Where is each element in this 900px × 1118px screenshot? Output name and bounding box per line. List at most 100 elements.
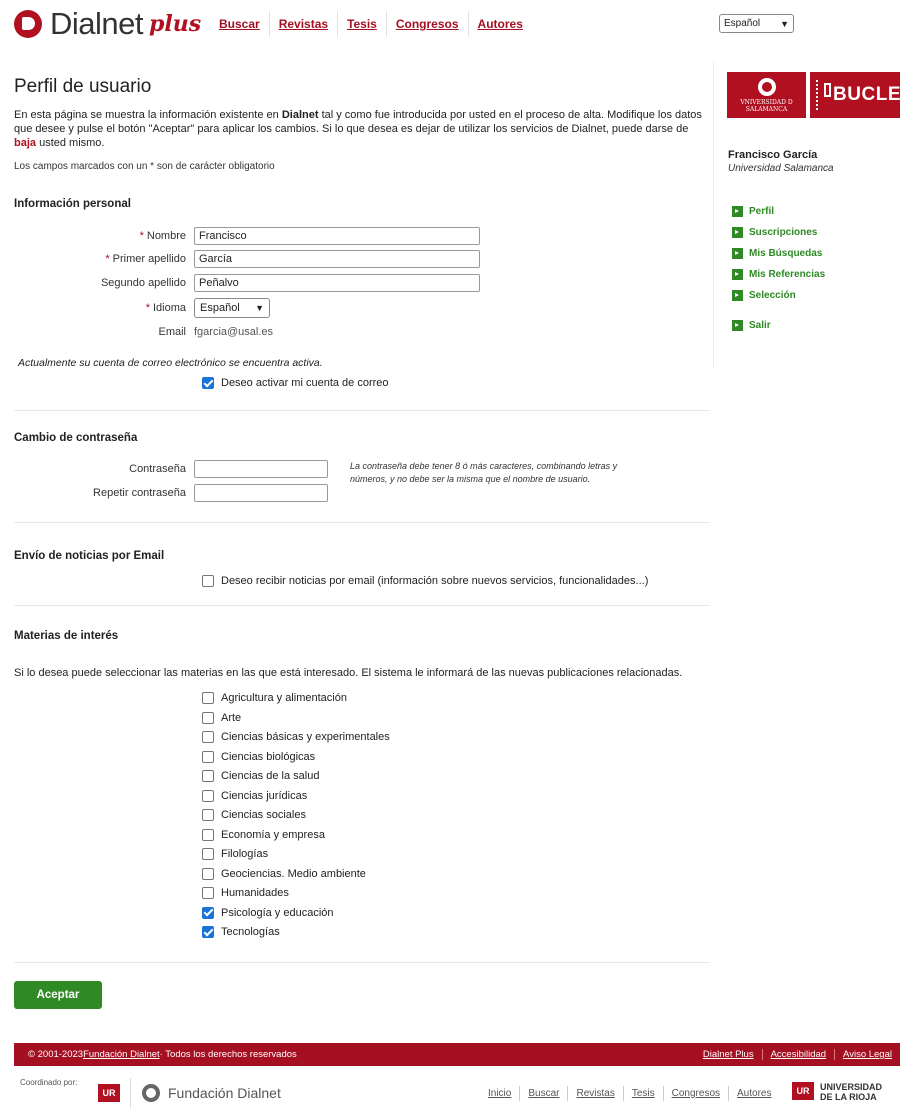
bottom-nav-inicio[interactable]: Inicio [480,1086,519,1101]
bottom-nav: Inicio Buscar Revistas Tesis Congresos A… [480,1086,779,1101]
topic-label: Arte [221,711,242,724]
topic-option[interactable]: Filologías [202,848,268,860]
bottom-nav-revistas[interactable]: Revistas [567,1086,622,1101]
activate-account-option[interactable]: Deseo activar mi cuenta de correo [202,377,389,389]
divider [14,605,710,606]
topic-option[interactable]: Ciencias básicas y experimentales [202,731,390,743]
topic-option[interactable]: Tecnologías [202,926,280,938]
nombre-field[interactable]: Francisco [194,227,480,245]
segundo-apellido-field[interactable]: Peñalvo [194,274,480,292]
footer-link-accesibilidad[interactable]: Accesibilidad [761,1049,834,1060]
fundacion-dialnet-logo[interactable]: Fundación Dialnet [142,1084,281,1102]
dialnet-logo[interactable]: Dialnet plus [14,8,201,39]
accept-button[interactable]: Aceptar [14,981,102,1009]
divider [816,80,818,110]
topic-label: Agricultura y alimentación [221,692,347,704]
sidebar-item-label: Selección [749,290,796,301]
usal-logo[interactable]: VNIVERSIDAD D SALAMANCA [727,72,806,118]
top-nav: Buscar Revistas Tesis Congresos Autores [210,11,532,37]
topic-label: Ciencias jurídicas [221,789,308,802]
topic-checkbox[interactable] [202,789,214,802]
sidebar-item-salir[interactable]: Salir [732,320,771,331]
row-repeat-password: Repetir contraseña [14,484,328,502]
nav-buscar[interactable]: Buscar [210,11,270,37]
topic-option[interactable]: Arte [202,711,242,724]
foundation-link[interactable]: Fundación Dialnet [83,1049,160,1060]
bottom-nav-congresos[interactable]: Congresos [662,1086,728,1101]
topics-intro: Si lo desea puede seleccionar las materi… [14,667,683,679]
news-option[interactable]: Deseo recibir noticias por email (inform… [202,575,648,587]
bucle-logo[interactable]: BUCLE [810,72,900,118]
topic-checkbox[interactable] [202,848,214,860]
activate-account-checkbox[interactable] [202,377,214,389]
language-select[interactable]: Español ▼ [719,14,794,33]
topic-option[interactable]: Agricultura y alimentación [202,692,347,704]
topic-label: Economía y empresa [221,828,325,841]
topic-checkbox[interactable] [202,770,214,782]
topic-checkbox[interactable] [202,828,214,841]
topic-label: Ciencias básicas y experimentales [221,731,390,743]
arrow-right-icon [732,290,743,301]
primer-apellido-field[interactable]: García [194,250,480,268]
news-checkbox[interactable] [202,575,214,587]
sidebar-item-label: Salir [749,320,771,331]
topic-option[interactable]: Economía y empresa [202,828,325,841]
unsubscribe-link[interactable]: baja [14,137,36,149]
sidebar-item-perfil[interactable]: Perfil [732,206,774,217]
ur-icon[interactable]: UR [98,1084,120,1102]
intro-bold: Dialnet [281,109,319,121]
topic-checkbox[interactable] [202,731,214,743]
main-content: Perfil de usuario En esta página se mues… [14,76,710,172]
topic-checkbox[interactable] [202,867,214,880]
row-email: Email fgarcia@usal.es [14,326,273,338]
idioma-value: Español [200,302,240,314]
topic-option[interactable]: Ciencias sociales [202,809,306,821]
section-news-title: Envío de noticias por Email [14,550,165,562]
topic-checkbox[interactable] [202,692,214,704]
password-label: Contraseña [129,463,186,475]
bottom-nav-buscar[interactable]: Buscar [519,1086,567,1101]
sidebar-item-suscripciones[interactable]: Suscripciones [732,227,817,238]
arrow-right-icon [732,248,743,259]
idioma-label: * Idioma [145,302,186,314]
topic-checkbox[interactable] [202,711,214,724]
repeat-password-field[interactable] [194,484,328,502]
topic-option[interactable]: Ciencias jurídicas [202,789,308,802]
topic-option[interactable]: Ciencias biológicas [202,750,315,763]
bucle-mark-icon [824,83,832,97]
footer-bar: © 2001-2023 Fundación Dialnet · Todos lo… [14,1043,900,1066]
nav-congresos[interactable]: Congresos [387,11,469,37]
password-field[interactable] [194,460,328,478]
nombre-label: * Nombre [139,230,186,242]
topic-checkbox[interactable] [202,750,214,763]
topic-option[interactable]: Geociencias. Medio ambiente [202,867,366,880]
topic-label: Tecnologías [221,926,280,938]
topic-checkbox[interactable] [202,926,214,938]
nav-tesis[interactable]: Tesis [338,11,387,37]
topic-checkbox[interactable] [202,906,214,919]
fundacion-dialnet-text: Fundación Dialnet [168,1085,281,1101]
logo-text: Dialnet [50,6,144,41]
sidebar-item-seleccion[interactable]: Selección [732,290,796,301]
topic-option[interactable]: Ciencias de la salud [202,770,319,782]
topic-option[interactable]: Humanidades [202,887,289,899]
sidebar-item-busquedas[interactable]: Mis Búsquedas [732,248,822,259]
bottom-nav-tesis[interactable]: Tesis [622,1086,663,1101]
nav-autores[interactable]: Autores [469,11,532,37]
chevron-down-icon: ▼ [255,303,264,313]
bottom-nav-autores[interactable]: Autores [728,1086,779,1101]
sidebar-item-referencias[interactable]: Mis Referencias [732,269,825,280]
universidad-rioja-logo[interactable]: UR UNIVERSIDAD DE LA RIOJA [792,1082,882,1102]
section-password-title: Cambio de contraseña [14,432,138,444]
dialnet-ring-icon [142,1084,160,1102]
idioma-select[interactable]: Español ▼ [194,298,270,318]
footer-link-dialnet-plus[interactable]: Dialnet Plus [695,1049,762,1060]
row-idioma: * Idioma Español ▼ [14,298,270,318]
universidad-rioja-text: UNIVERSIDAD DE LA RIOJA [820,1082,883,1102]
nav-revistas[interactable]: Revistas [270,11,339,37]
topic-checkbox[interactable] [202,809,214,821]
topic-option[interactable]: Psicología y educación [202,906,334,919]
topic-checkbox[interactable] [202,887,214,899]
footer-link-aviso-legal[interactable]: Aviso Legal [834,1049,900,1060]
row-nombre: * Nombre Francisco [14,227,480,245]
